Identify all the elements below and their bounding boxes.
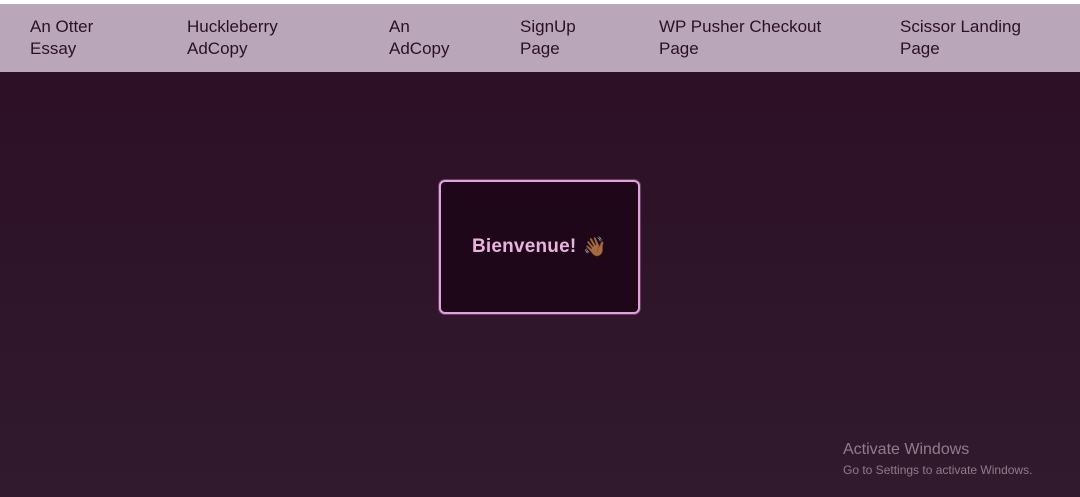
nav-link-huckleberry-adcopy[interactable]: Huckleberry AdCopy [187,16,307,60]
welcome-card: Bienvenue! 👋🏾 [439,180,640,314]
nav-link-wp-pusher-checkout[interactable]: WP Pusher Checkout Page [659,16,839,60]
nav-link-signup-page[interactable]: SignUp Page [520,16,600,60]
activate-windows-title: Activate Windows [843,441,970,458]
activate-windows-watermark: Activate Windows Go to Settings to activ… [843,440,1073,479]
top-navbar: An Otter Essay Huckleberry AdCopy An AdC… [0,4,1080,72]
welcome-text: Bienvenue! [471,236,577,257]
waving-hand-icon: 👋🏾 [583,237,608,258]
activate-windows-subtitle: Go to Settings to activate Windows. [843,463,1033,477]
nav-link-scissor-landing[interactable]: Scissor Landing Page [900,16,1050,60]
nav-link-otter-essay[interactable]: An Otter Essay [30,16,120,60]
nav-link-adcopy[interactable]: An AdCopy [389,16,469,60]
